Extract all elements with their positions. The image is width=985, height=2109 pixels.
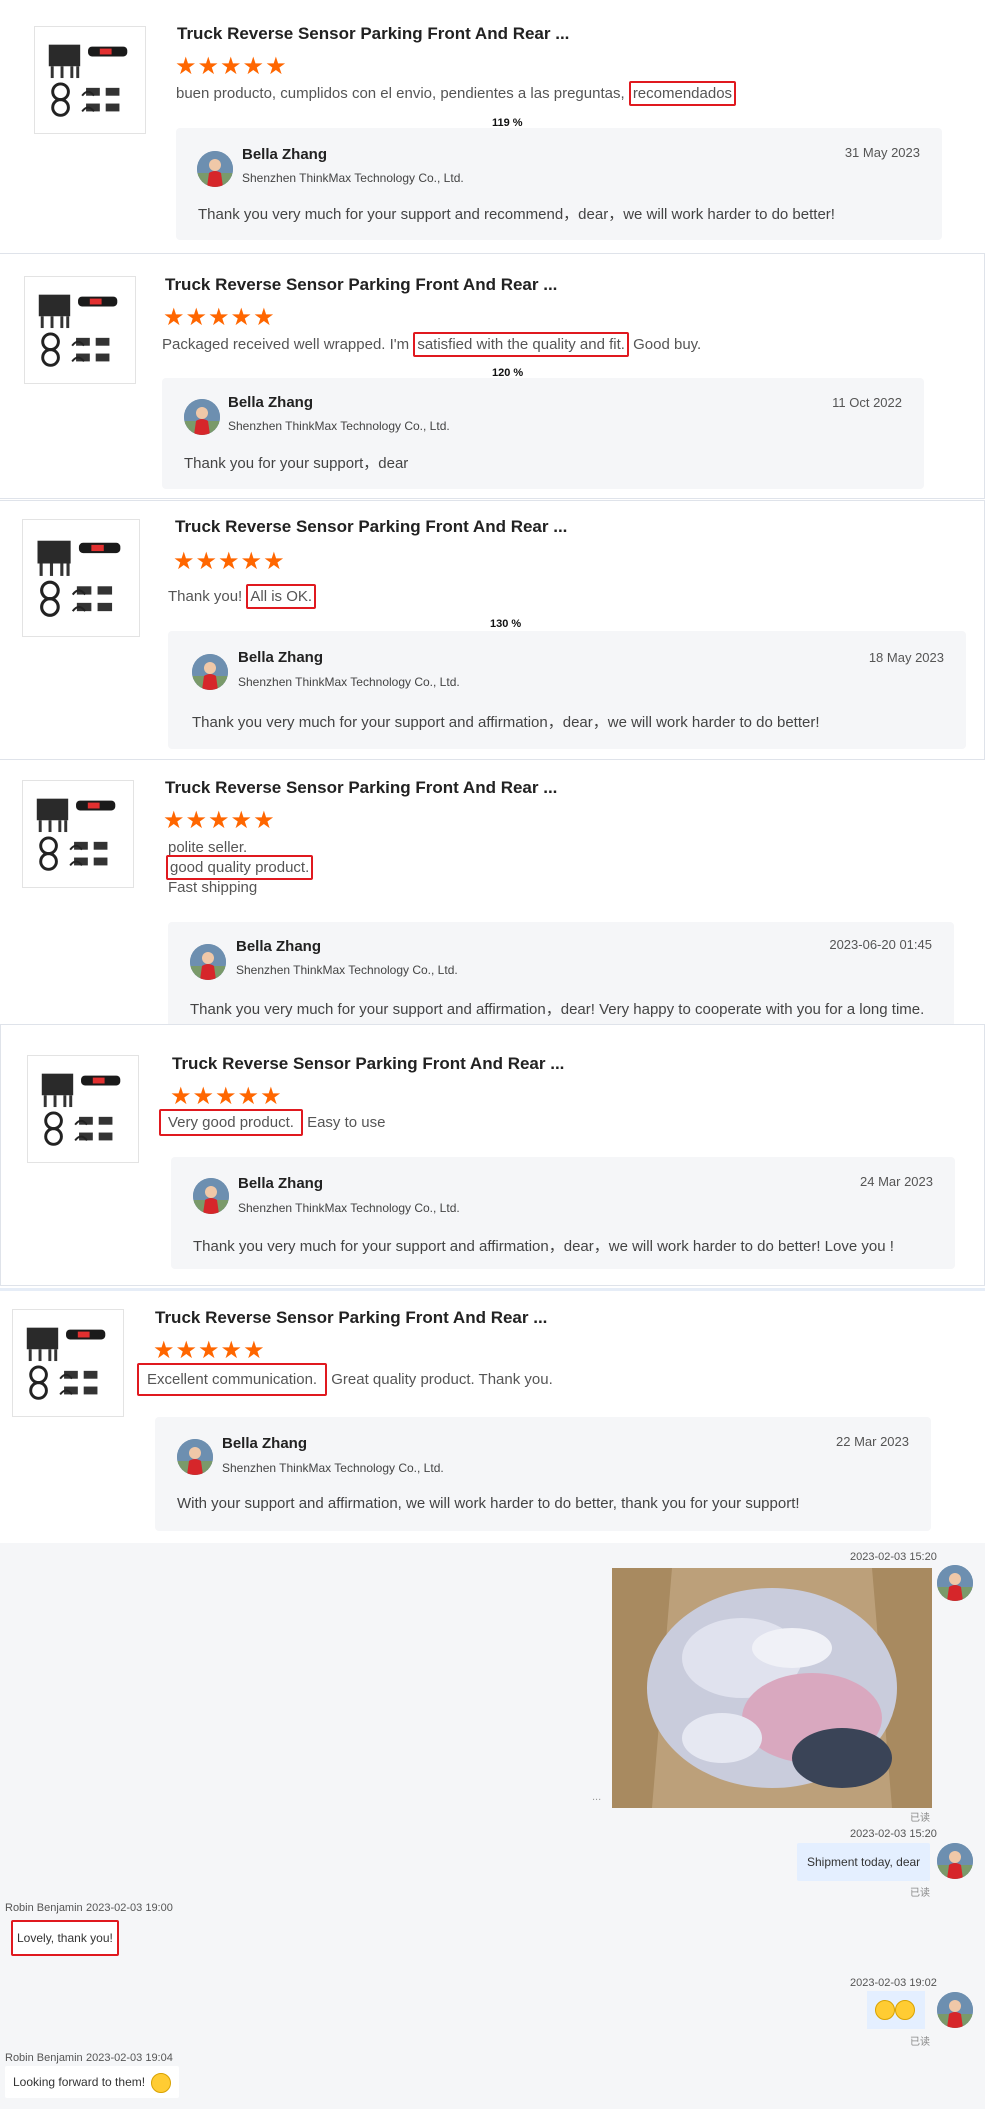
seller-reply: Bella Zhang Shenzhen ThinkMax Technology…	[176, 128, 942, 240]
product-thumbnail[interactable]	[22, 519, 140, 637]
seller-reply: Bella Zhang Shenzhen ThinkMax Technology…	[168, 922, 954, 1024]
reply-message: Thank you very much for your support and…	[193, 1238, 894, 1255]
seller-avatar	[937, 1843, 973, 1879]
product-title[interactable]: Truck Reverse Sensor Parking Front And R…	[177, 24, 569, 44]
avatar	[192, 654, 228, 690]
message-timestamp: 2023-02-03 15:20	[850, 1551, 937, 1563]
reply-date: 11 Oct 2022	[832, 395, 902, 410]
review-text: Packaged received well wrapped. I'm sati…	[162, 332, 701, 357]
zoom-indicator: 130 %	[490, 618, 522, 630]
reply-author-name: Bella Zhang	[228, 394, 314, 411]
message-timestamp: 2023-02-03 19:00	[86, 1902, 173, 1914]
message-timestamp: 2023-02-03 19:04	[86, 2052, 173, 2064]
reply-author-name: Bella Zhang	[238, 1175, 324, 1192]
star-rating: ★★★★★	[175, 53, 288, 80]
review-text: good quality product.	[166, 855, 314, 880]
product-title[interactable]: Truck Reverse Sensor Parking Front And R…	[175, 517, 567, 537]
reply-message: Thank you very much for your support and…	[198, 206, 835, 223]
read-status: 已读	[910, 1813, 930, 1824]
review-text: Thank you! All is OK.	[168, 584, 317, 609]
seller-avatar	[937, 1565, 973, 1601]
avatar	[190, 944, 226, 980]
reply-date: 31 May 2023	[844, 145, 920, 160]
party-face-icon	[895, 2000, 915, 2020]
message-text: Looking forward to them!	[13, 2075, 146, 2089]
read-status: 已读	[910, 1888, 930, 1899]
product-thumbnail[interactable]	[22, 780, 134, 888]
avatar	[197, 151, 233, 187]
star-rating: ★★★★★	[153, 1337, 266, 1364]
reply-author-name: Bella Zhang	[222, 1435, 308, 1452]
sender-name: Robin Benjamin	[5, 1902, 83, 1914]
reply-author-name: Bella Zhang	[242, 146, 328, 163]
product-thumbnail[interactable]	[24, 276, 136, 384]
product-thumbnail[interactable]	[12, 1309, 124, 1417]
read-status: 已读	[910, 2037, 930, 2048]
reply-date: 18 May 2023	[868, 650, 944, 665]
message-timestamp: 2023-02-03 15:20	[850, 1828, 937, 1840]
chat-panel: 2023-02-03 15:20 ... 已读 2023-02-03 15:20…	[0, 1543, 985, 2109]
reply-message: Thank you very much for your support and…	[190, 1001, 925, 1018]
reply-message: With your support and affirmation, we wi…	[177, 1495, 800, 1512]
star-rating: ★★★★★	[163, 807, 276, 834]
review-text-line: Fast shipping	[168, 879, 258, 896]
product-thumbnail[interactable]	[34, 26, 146, 134]
reply-date: 22 Mar 2023	[836, 1434, 909, 1449]
highlighted-phrase: Excellent communication.	[137, 1363, 328, 1396]
shipment-photo[interactable]	[612, 1568, 932, 1808]
review-text: buen producto, cumplidos con el envio, p…	[176, 81, 737, 106]
message-bubble: Lovely, thank you!	[11, 1920, 119, 1956]
highlighted-phrase: Very good product.	[159, 1109, 303, 1136]
star-rating: ★★★★★	[170, 1083, 283, 1110]
reply-author-name: Bella Zhang	[238, 649, 324, 666]
review-text: Very good product. Easy to use	[159, 1109, 385, 1136]
seller-reply: Bella Zhang Shenzhen ThinkMax Technology…	[168, 631, 966, 749]
review-card: Truck Reverse Sensor Parking Front And R…	[0, 1024, 985, 1286]
avatar	[177, 1439, 213, 1475]
review-card: Truck Reverse Sensor Parking Front And R…	[0, 253, 985, 499]
reply-message: Thank you very much for your support and…	[192, 714, 820, 731]
message-timestamp: 2023-02-03 19:02	[850, 1977, 937, 1989]
reply-company: Shenzhen ThinkMax Technology Co., Ltd.	[236, 963, 458, 977]
reply-company: Shenzhen ThinkMax Technology Co., Ltd.	[238, 1201, 460, 1215]
review-card: Truck Reverse Sensor Parking Front And R…	[0, 1288, 985, 1542]
sender-name: Robin Benjamin	[5, 2052, 83, 2064]
reply-company: Shenzhen ThinkMax Technology Co., Ltd.	[228, 419, 450, 433]
seller-avatar	[937, 1992, 973, 2028]
product-title[interactable]: Truck Reverse Sensor Parking Front And R…	[155, 1308, 547, 1328]
star-rating: ★★★★★	[163, 304, 276, 331]
reply-date: 2023-06-20 01:45	[829, 937, 932, 952]
product-title[interactable]: Truck Reverse Sensor Parking Front And R…	[165, 275, 557, 295]
avatar	[184, 399, 220, 435]
review-card: Truck Reverse Sensor Parking Front And R…	[0, 500, 985, 760]
highlighted-phrase: recomendados	[628, 81, 737, 106]
review-card: Truck Reverse Sensor Parking Front And R…	[0, 762, 985, 1024]
message-bubble: Shipment today, dear	[797, 1843, 931, 1881]
emoji-bubble	[867, 1991, 925, 2029]
review-card: Truck Reverse Sensor Parking Front And R…	[0, 0, 985, 250]
product-title[interactable]: Truck Reverse Sensor Parking Front And R…	[172, 1054, 564, 1074]
highlighted-phrase: good quality product.	[166, 855, 314, 880]
review-text: Excellent communication. Great quality p…	[137, 1363, 553, 1396]
product-title[interactable]: Truck Reverse Sensor Parking Front And R…	[165, 778, 557, 798]
reply-company: Shenzhen ThinkMax Technology Co., Ltd.	[242, 171, 464, 185]
reply-company: Shenzhen ThinkMax Technology Co., Ltd.	[222, 1461, 444, 1475]
message-bubble: Looking forward to them!	[5, 2066, 180, 2098]
party-face-icon	[875, 2000, 895, 2020]
product-thumbnail[interactable]	[27, 1055, 139, 1163]
star-rating: ★★★★★	[173, 548, 286, 575]
highlighted-phrase: All is OK.	[246, 584, 317, 609]
avatar	[193, 1178, 229, 1214]
reply-date: 24 Mar 2023	[860, 1174, 933, 1189]
reply-company: Shenzhen ThinkMax Technology Co., Ltd.	[238, 675, 460, 689]
more-dots[interactable]: ...	[592, 1791, 601, 1803]
thinking-face-icon	[151, 2072, 172, 2093]
highlighted-phrase: satisfied with the quality and fit.	[413, 332, 629, 357]
seller-reply: Bella Zhang Shenzhen ThinkMax Technology…	[155, 1417, 931, 1531]
reply-author-name: Bella Zhang	[236, 938, 322, 955]
seller-reply: Bella Zhang Shenzhen ThinkMax Technology…	[171, 1157, 955, 1269]
reply-message: Thank you for your support，dear	[184, 455, 409, 472]
seller-reply: Bella Zhang Shenzhen ThinkMax Technology…	[162, 378, 924, 489]
